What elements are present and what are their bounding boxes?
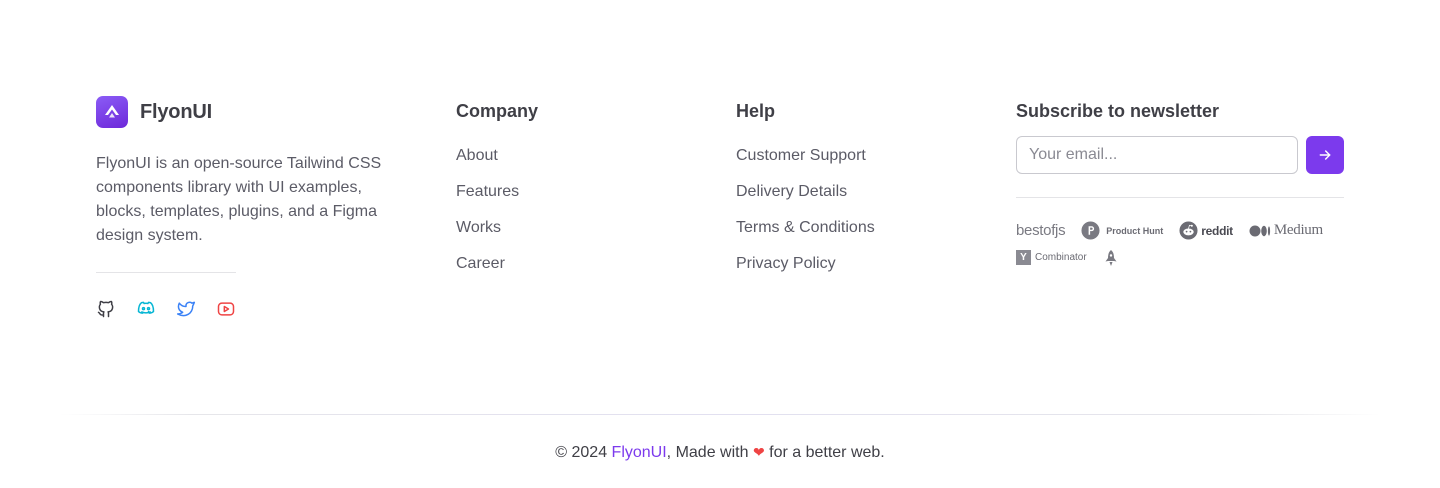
social-links	[96, 299, 406, 319]
medium-logo[interactable]: Medium	[1249, 220, 1323, 241]
reddit-label: reddit	[1201, 223, 1233, 238]
help-title: Help	[736, 101, 776, 121]
twitter-icon	[176, 301, 196, 317]
features-link[interactable]: Features	[456, 183, 519, 200]
reddit-logo[interactable]: reddit	[1179, 220, 1233, 241]
delivery-details-link[interactable]: Delivery Details	[736, 183, 847, 200]
github-icon	[97, 300, 114, 318]
reddit-icon	[1179, 221, 1198, 240]
list-item: Works	[456, 216, 538, 252]
discord-icon	[137, 301, 155, 314]
list-item: Career	[456, 252, 538, 288]
terms-conditions-link[interactable]: Terms & Conditions	[736, 219, 875, 236]
privacy-policy-link[interactable]: Privacy Policy	[736, 255, 836, 272]
copyright-prefix: © 2024	[555, 444, 612, 461]
producthunt-label: Product Hunt	[1106, 225, 1164, 236]
ycombinator-label: Combinator	[1035, 252, 1087, 263]
company-links: About Features Works Career	[456, 144, 538, 288]
brand-name: FlyonUI	[140, 100, 212, 123]
heart-icon: ❤	[752, 444, 765, 460]
help-column: Help Customer Support Delivery Details T…	[736, 99, 875, 288]
featured-on-logos: bestofjs Product Hunt reddit Medium Y Co…	[1016, 220, 1344, 268]
made-with-text: , Made with	[666, 444, 753, 461]
newsletter-form	[1016, 136, 1344, 174]
rocket-icon	[1105, 249, 1117, 266]
subscribe-button[interactable]	[1306, 136, 1344, 174]
newsletter-title: Subscribe to newsletter	[1016, 101, 1220, 121]
list-item: Features	[456, 180, 538, 216]
list-item: Delivery Details	[736, 180, 875, 216]
list-item: Customer Support	[736, 144, 875, 180]
flyonui-link[interactable]: FlyonUI	[612, 444, 667, 461]
medium-icon	[1249, 225, 1270, 236]
brand-logo-link[interactable]: FlyonUI	[96, 96, 406, 128]
brand-description: FlyonUI is an open-source Tailwind CSS c…	[96, 155, 382, 244]
producthunt-logo[interactable]: Product Hunt	[1081, 220, 1163, 241]
ycombinator-icon: Y	[1016, 250, 1031, 265]
footer-divider	[60, 414, 1380, 415]
career-link[interactable]: Career	[456, 255, 505, 272]
github-link[interactable]	[96, 299, 116, 319]
about-link[interactable]: About	[456, 147, 498, 164]
discord-link[interactable]	[136, 299, 156, 319]
rocket-logo[interactable]	[1103, 247, 1119, 268]
company-title: Company	[456, 101, 539, 121]
list-item: About	[456, 144, 538, 180]
youtube-link[interactable]	[216, 299, 236, 319]
works-link[interactable]: Works	[456, 219, 501, 236]
twitter-link[interactable]	[176, 299, 196, 319]
ycombinator-logo[interactable]: Y Combinator	[1016, 247, 1087, 268]
help-links: Customer Support Delivery Details Terms …	[736, 144, 875, 288]
brand-column: FlyonUI FlyonUI is an open-source Tailwi…	[96, 96, 406, 319]
youtube-icon	[217, 302, 235, 316]
producthunt-icon	[1081, 221, 1100, 240]
flyonui-logo-icon	[96, 96, 128, 128]
email-input[interactable]	[1016, 136, 1298, 174]
bestofjs-label: bestofjs	[1016, 222, 1066, 239]
newsletter-divider	[1016, 197, 1344, 198]
footer-top: FlyonUI FlyonUI is an open-source Tailwi…	[0, 0, 1440, 414]
arrow-right-icon	[1319, 150, 1331, 160]
company-column: Company About Features Works Career	[456, 99, 538, 288]
list-item: Privacy Policy	[736, 252, 875, 288]
brand-divider	[96, 272, 236, 273]
copyright: © 2024 FlyonUI, Made with ❤ for a better…	[0, 440, 1440, 465]
copyright-suffix: for a better web.	[764, 444, 885, 461]
list-item: Terms & Conditions	[736, 216, 875, 252]
bestofjs-logo[interactable]: bestofjs	[1016, 220, 1066, 241]
newsletter-column: Subscribe to newsletter bestofjs Product…	[1016, 99, 1344, 268]
medium-label: Medium	[1273, 222, 1323, 238]
customer-support-link[interactable]: Customer Support	[736, 147, 866, 164]
